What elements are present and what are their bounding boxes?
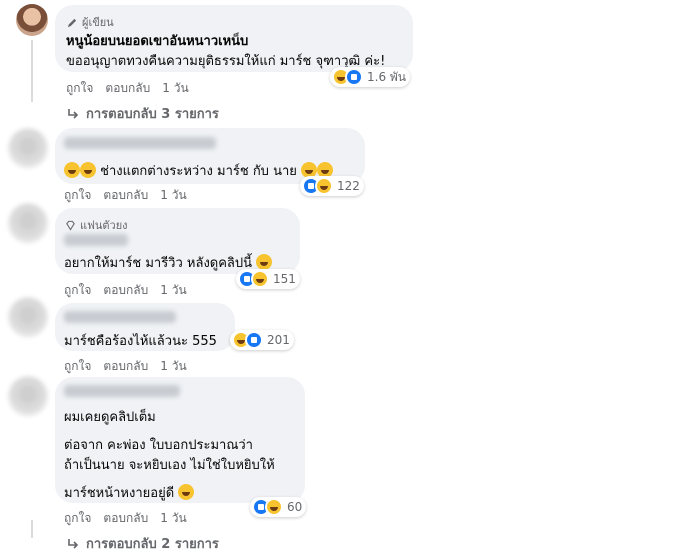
shocked-emoji-icon xyxy=(256,254,273,270)
comment-text-line: ต่อจาก คะพ่อง ใบบอกประมาณว่า xyxy=(64,438,253,453)
avatar[interactable] xyxy=(8,128,48,168)
reaction-summary[interactable]: 201 xyxy=(230,330,294,350)
reaction-count: 1.6 พัน xyxy=(367,69,407,84)
thread-line xyxy=(31,40,33,102)
laughing-emoji-icon xyxy=(178,484,195,500)
thread-line xyxy=(31,520,33,538)
haha-reaction-icon xyxy=(251,270,269,288)
reply-action[interactable]: ตอบกลับ xyxy=(103,357,148,376)
like-action[interactable]: ถูกใจ xyxy=(64,357,91,376)
comment-author[interactable] xyxy=(64,385,180,397)
reaction-summary[interactable]: 122 xyxy=(300,176,364,196)
comment-author[interactable] xyxy=(64,137,216,149)
like-action[interactable]: ถูกใจ xyxy=(64,281,91,300)
avatar[interactable] xyxy=(8,376,48,416)
comment-author[interactable]: หนูน้อยบนยอดเขาอันหนาวเหน็บ xyxy=(66,30,248,51)
comment-time[interactable]: 1 วัน xyxy=(162,79,188,98)
avatar[interactable] xyxy=(16,4,48,36)
comment-text: มาร์ชหน้าหงายอยู่ดี xyxy=(64,482,195,503)
laughing-emoji-icon xyxy=(80,162,96,178)
reply-action[interactable]: ตอบกลับ xyxy=(103,186,148,205)
reaction-count: 201 xyxy=(267,333,290,347)
comment-actions: ถูกใจ ตอบกลับ 1 วัน xyxy=(64,186,187,205)
reaction-summary[interactable]: 60 xyxy=(250,497,307,517)
haha-reaction-icon xyxy=(265,498,283,516)
pencil-icon xyxy=(67,18,77,27)
like-action[interactable]: ถูกใจ xyxy=(64,509,91,528)
like-reaction-icon xyxy=(245,331,263,349)
diamond-icon xyxy=(66,220,75,231)
comment-text: ช่างแตกต่างระหว่าง มาร์ช กับ นาย xyxy=(64,160,334,181)
comment-actions: ถูกใจ ตอบกลับ 1 วัน xyxy=(64,281,187,300)
comment-actions: ถูกใจ ตอบกลับ 1 วัน xyxy=(66,79,189,98)
author-badge: ผู้เขียน xyxy=(67,13,114,31)
avatar[interactable] xyxy=(8,297,48,337)
view-replies-link[interactable]: การตอบกลับ 2 รายการ xyxy=(66,533,219,554)
reaction-count: 122 xyxy=(337,179,360,193)
reaction-count: 151 xyxy=(273,272,296,286)
reply-arrow-icon xyxy=(68,108,79,119)
reaction-count: 60 xyxy=(287,500,303,514)
comment-author[interactable] xyxy=(64,311,176,323)
badge-label: แฟนตัวยง xyxy=(80,219,128,232)
badge-label: ผู้เขียน xyxy=(82,16,114,29)
reply-action[interactable]: ตอบกลับ xyxy=(105,79,150,98)
like-action[interactable]: ถูกใจ xyxy=(64,186,91,205)
reply-action[interactable]: ตอบกลับ xyxy=(103,509,148,528)
comment-text-line: ถ้าเป็นนาย จะหยิบเอง ไม่ใช่ใบหยิบให้ xyxy=(64,458,275,473)
like-reaction-icon xyxy=(345,68,363,86)
comment-time[interactable]: 1 วัน xyxy=(160,281,186,300)
reaction-summary[interactable]: 1.6 พัน xyxy=(330,67,411,87)
comment-time[interactable]: 1 วัน xyxy=(160,509,186,528)
reaction-summary[interactable]: 151 xyxy=(236,269,300,289)
reply-arrow-icon xyxy=(68,538,79,549)
reply-action[interactable]: ตอบกลับ xyxy=(103,281,148,300)
comment-time[interactable]: 1 วัน xyxy=(160,357,186,376)
top-fan-badge: แฟนตัวยง xyxy=(65,216,128,234)
comment-text: มาร์ชคือร้องไห้แล้วนะ 555 xyxy=(64,334,217,349)
comment-author[interactable] xyxy=(64,234,128,246)
laughing-emoji-icon xyxy=(64,162,80,178)
view-replies-link[interactable]: การตอบกลับ 3 รายการ xyxy=(66,103,219,124)
haha-reaction-icon xyxy=(315,177,333,195)
comment-actions: ถูกใจ ตอบกลับ 1 วัน xyxy=(64,357,187,376)
comment-text-line: ผมเคยดูคลิปเต็ม xyxy=(64,410,156,425)
comment-time[interactable]: 1 วัน xyxy=(160,186,186,205)
comment-actions: ถูกใจ ตอบกลับ 1 วัน xyxy=(64,509,187,528)
avatar[interactable] xyxy=(8,203,48,243)
like-action[interactable]: ถูกใจ xyxy=(66,79,93,98)
